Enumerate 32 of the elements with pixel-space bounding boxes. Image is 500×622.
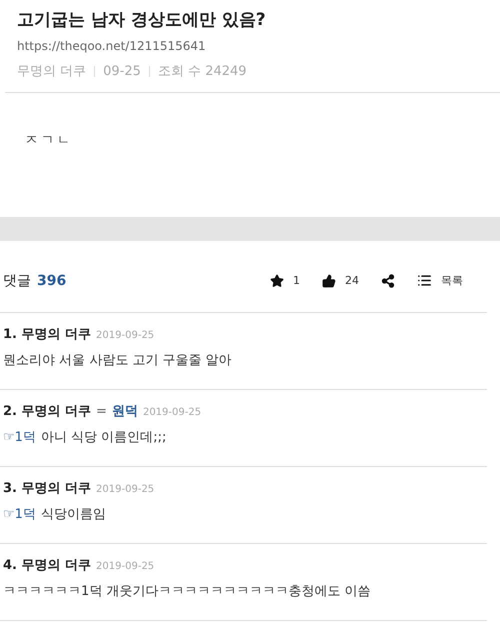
comment-text: 식당이름임 [40, 506, 106, 523]
comment-author: 4. 무명의 더쿠 [3, 557, 92, 574]
star-button[interactable]: 1 [270, 274, 300, 288]
comment-text: ㅋㅋㅋㅋㅋㅋ1덕 개웃기다ㅋㅋㅋㅋㅋㅋㅋㅋㅋㅋ충청에도 이씀 [3, 583, 371, 600]
comments-label: 댓글 [3, 272, 31, 290]
comment-date: 2019-09-25 [96, 561, 154, 572]
post-date: 09-25 [103, 64, 141, 78]
post-title: 고기굽는 남자 경상도에만 있음? [17, 9, 267, 31]
star-icon [270, 274, 284, 288]
post-url: https://theqoo.net/1211515641 [17, 39, 207, 53]
comment-date: 2019-09-25 [96, 484, 154, 495]
comment-date: 2019-09-25 [142, 407, 202, 418]
post-author: 무명의 더쿠 [17, 63, 86, 80]
comment-count: 396 [37, 272, 66, 288]
comment-author: 3. 무명의 더쿠 [3, 480, 92, 497]
share-button[interactable] [381, 274, 395, 288]
comment-date: 2019-09-25 [96, 330, 154, 341]
share-icon [381, 274, 395, 288]
view-count: 조회 수 24249 [158, 63, 247, 80]
list-button[interactable]: 목록 [417, 273, 463, 288]
equals-sign: = [96, 404, 107, 419]
reply-mention[interactable]: ☞1덕 [3, 428, 36, 446]
comment-author: 1. 무명의 더쿠 [3, 326, 92, 343]
post-body: ㅈㄱㄴ [25, 132, 74, 149]
comment-text: 아니 식당 이름인데;;; [40, 429, 166, 446]
reply-mention[interactable]: ☞1덕 [3, 505, 36, 523]
list-icon [417, 273, 432, 288]
op-tag: 원덕 [112, 402, 138, 420]
comment-author: 2. 무명의 더쿠 [3, 403, 92, 420]
like-button[interactable]: 24 [322, 274, 359, 288]
comment-text: 뭔소리야 서울 사람도 고기 구울줄 알아 [3, 352, 232, 369]
thumbs-up-icon [322, 274, 336, 288]
